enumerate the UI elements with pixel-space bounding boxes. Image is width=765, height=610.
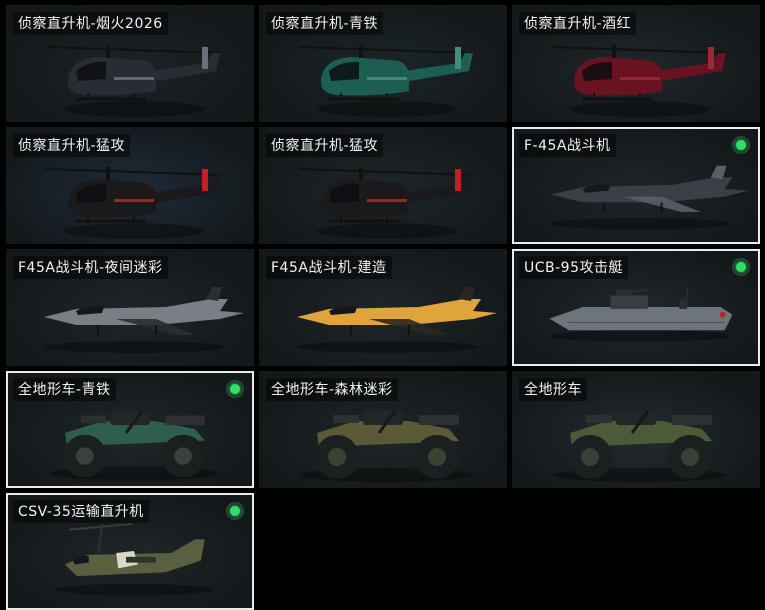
vehicle-name: 侦察直升机-猛攻 [266,134,384,157]
vehicle-name: 侦察直升机-猛攻 [13,134,131,157]
vehicle-card[interactable]: 侦察直升机-青铁 [259,5,507,122]
vehicle-card[interactable]: F45A战斗机-建造 [259,249,507,366]
vehicle-name: 全地形车 [519,378,587,401]
owned-indicator-icon [226,502,244,520]
vehicle-card[interactable]: UCB-95攻击艇 [512,249,760,366]
vehicle-card[interactable]: CSV-35运输直升机 [6,493,254,610]
vehicle-grid: 侦察直升机-烟火2026 侦察直升机-青铁 侦察直升机-酒红 侦察直升机-猛攻 … [0,0,765,610]
vehicle-name: F45A战斗机-建造 [266,256,392,279]
vehicle-name: 全地形车-青铁 [13,378,116,401]
vehicle-name: 全地形车-森林迷彩 [266,378,398,401]
vehicle-name: F-45A战斗机 [519,134,616,157]
vehicle-name: UCB-95攻击艇 [519,256,628,279]
vehicle-card[interactable]: 全地形车-青铁 [6,371,254,488]
vehicle-card[interactable]: 侦察直升机-烟火2026 [6,5,254,122]
owned-indicator-icon [732,258,750,276]
vehicle-name: 侦察直升机-青铁 [266,12,384,35]
vehicle-card[interactable]: 侦察直升机-猛攻 [6,127,254,244]
vehicle-card[interactable]: 全地形车 [512,371,760,488]
vehicle-card[interactable]: 侦察直升机-猛攻 [259,127,507,244]
vehicle-card[interactable]: F-45A战斗机 [512,127,760,244]
vehicle-name: 侦察直升机-烟火2026 [13,12,168,35]
vehicle-name: F45A战斗机-夜间迷彩 [13,256,168,279]
vehicle-card[interactable]: F45A战斗机-夜间迷彩 [6,249,254,366]
owned-indicator-icon [732,136,750,154]
vehicle-name: CSV-35运输直升机 [13,500,149,523]
vehicle-name: 侦察直升机-酒红 [519,12,637,35]
vehicle-card[interactable]: 侦察直升机-酒红 [512,5,760,122]
vehicle-card[interactable]: 全地形车-森林迷彩 [259,371,507,488]
owned-indicator-icon [226,380,244,398]
